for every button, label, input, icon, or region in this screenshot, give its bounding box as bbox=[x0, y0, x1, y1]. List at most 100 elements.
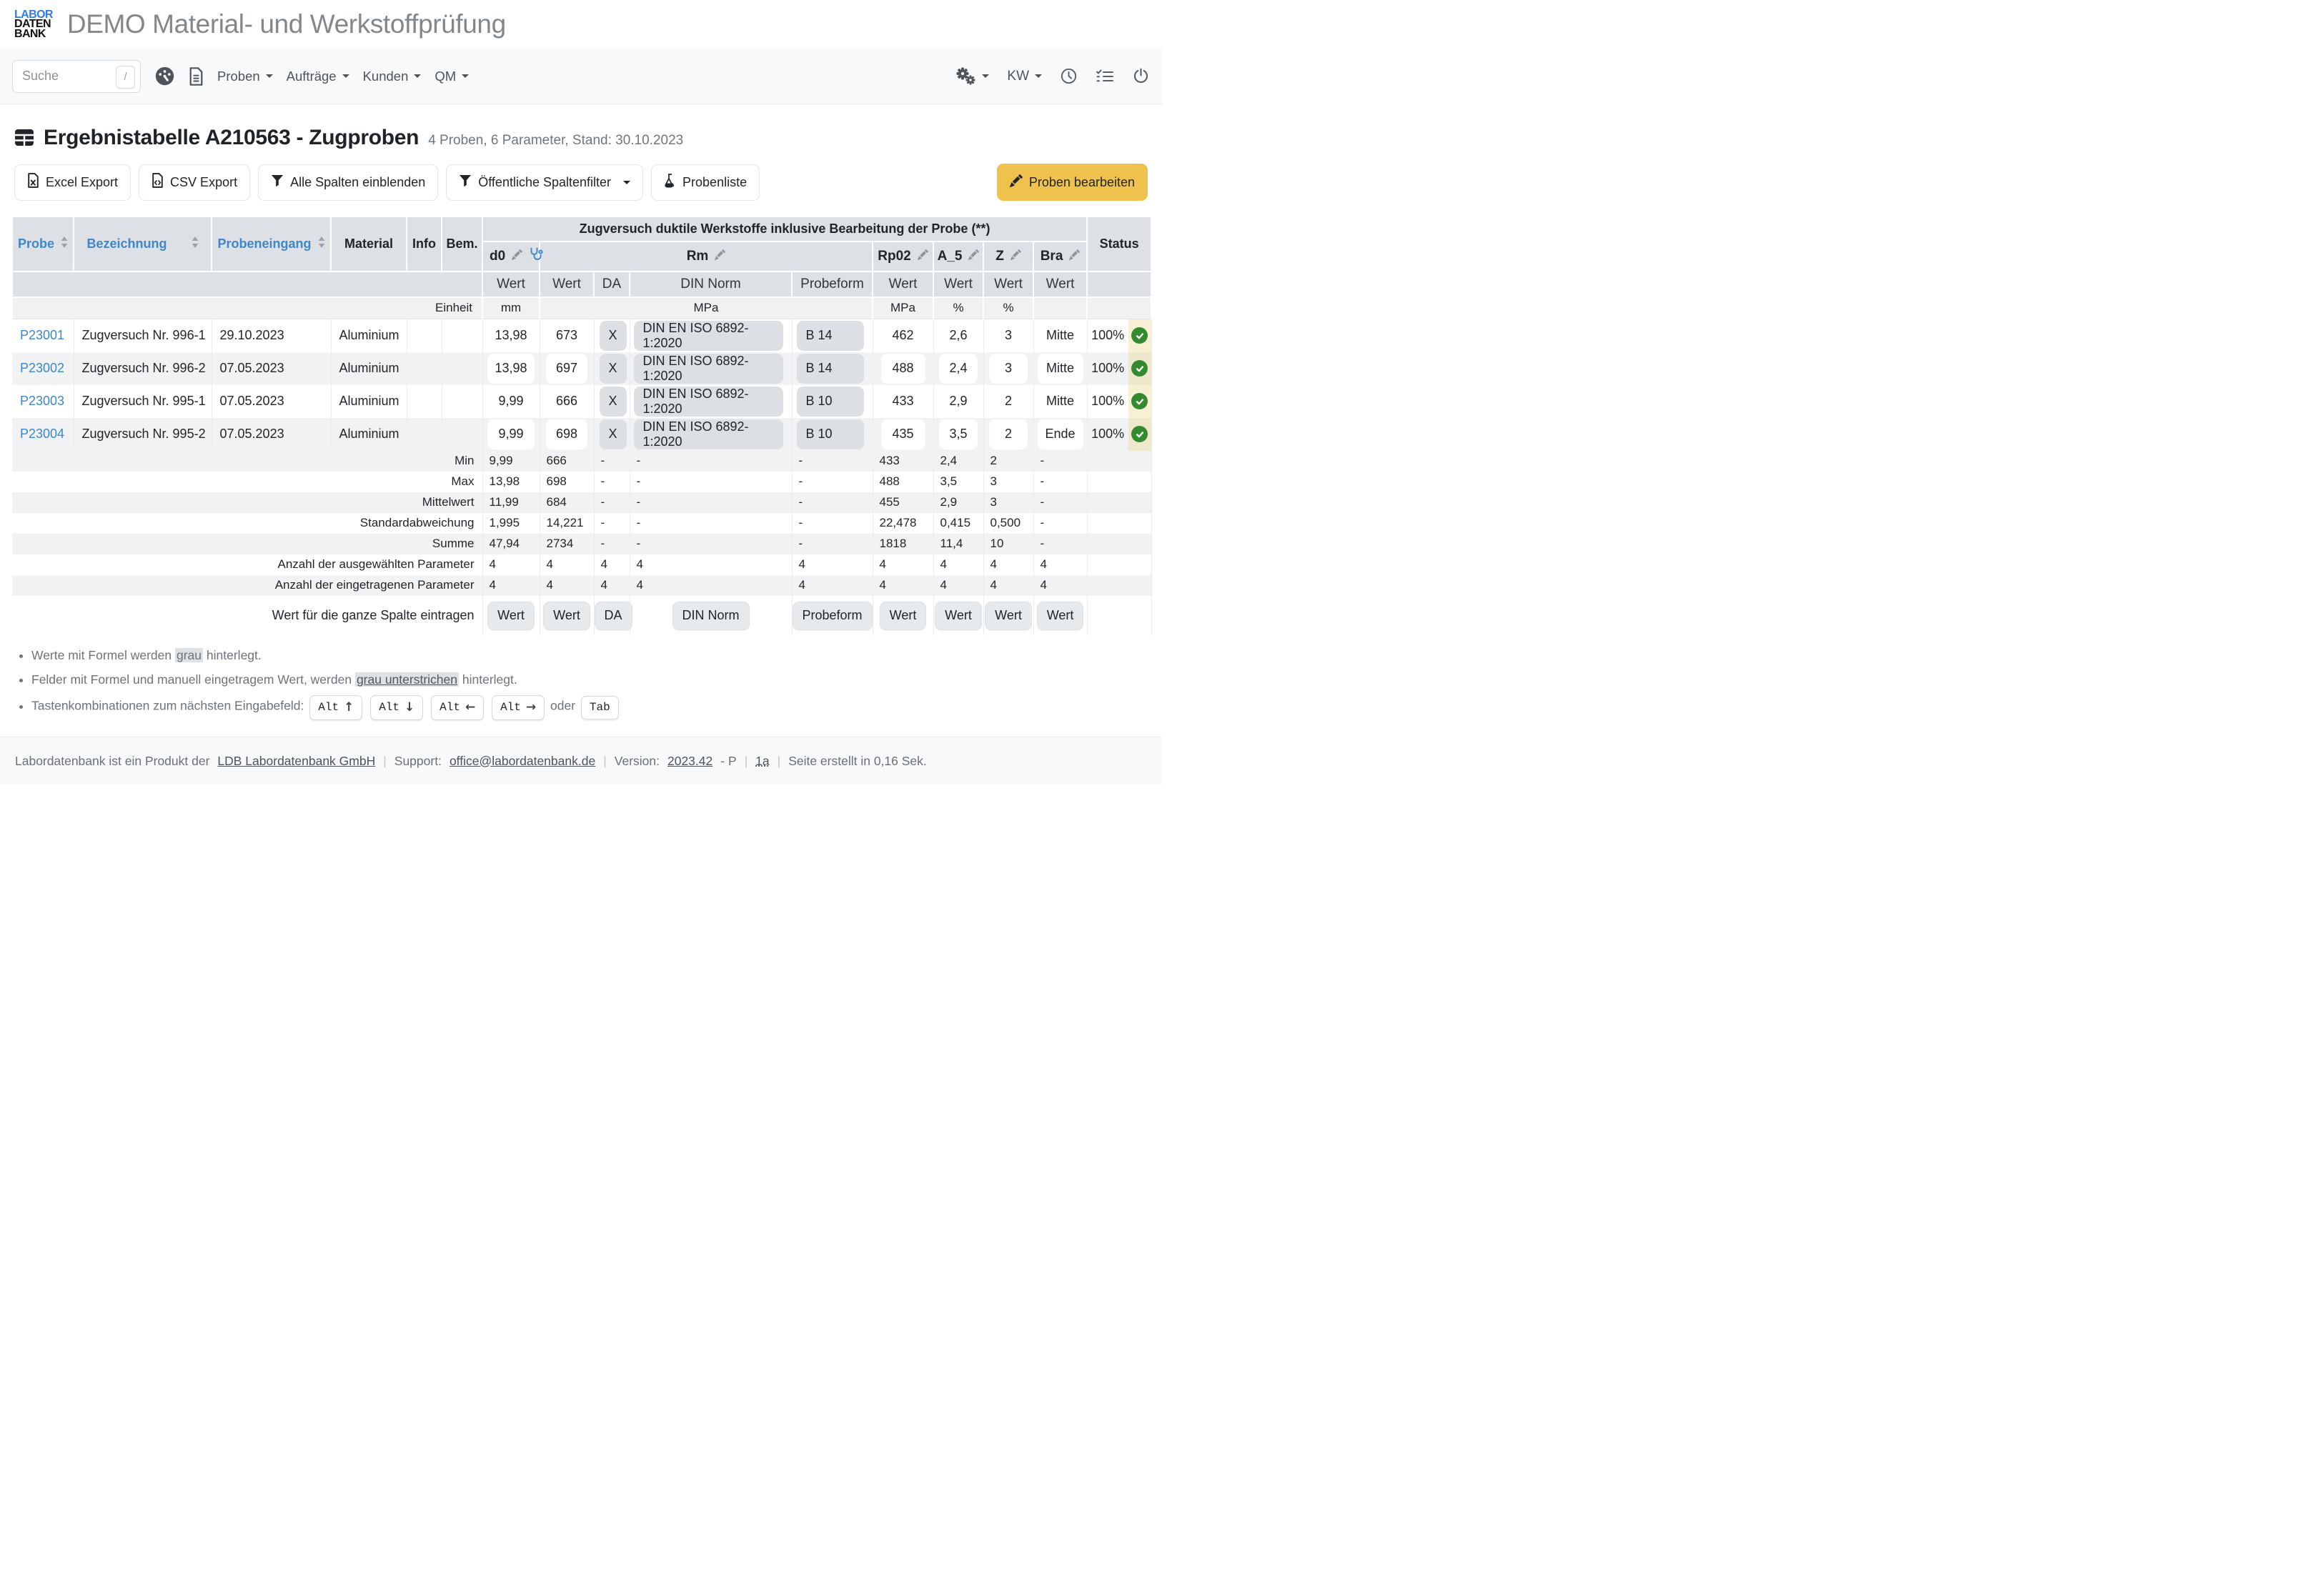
d0-wert-input[interactable]: 9,99 bbox=[487, 419, 535, 449]
footer-company-link[interactable]: LDB Labordatenbank GmbH bbox=[217, 754, 375, 769]
d0-wert-input[interactable]: 9,99 bbox=[487, 387, 535, 417]
menu-qm[interactable]: QM bbox=[434, 69, 469, 84]
menu-proben[interactable]: Proben bbox=[217, 69, 273, 84]
pencil-icon[interactable] bbox=[1010, 249, 1021, 264]
funnel-icon bbox=[271, 174, 284, 191]
fill-d0-wert-button[interactable]: Wert bbox=[487, 602, 535, 630]
a5-wert-input[interactable]: 2,4 bbox=[939, 354, 978, 384]
history-clock-icon[interactable] bbox=[1060, 67, 1078, 85]
bra-wert-input[interactable]: Mitte bbox=[1038, 387, 1083, 417]
a5-wert-input[interactable]: 2,9 bbox=[939, 387, 978, 417]
a5-wert-input[interactable]: 3,5 bbox=[939, 419, 978, 449]
fill-din-norm-button[interactable]: DIN Norm bbox=[672, 602, 750, 630]
column-header-probe[interactable]: Probe bbox=[12, 216, 74, 272]
rp02-wert-input[interactable]: 462 bbox=[881, 321, 925, 351]
sort-icon[interactable] bbox=[192, 236, 199, 251]
logo-line-3: BANK bbox=[14, 29, 53, 39]
pencil-icon[interactable] bbox=[512, 249, 522, 264]
stat-label: Standardabweichung bbox=[12, 513, 482, 534]
footer-revision-link[interactable]: 1a bbox=[755, 754, 769, 769]
bra-wert-input[interactable]: Ende bbox=[1038, 419, 1083, 449]
probe-link[interactable]: P23004 bbox=[20, 427, 64, 441]
param-header-bra: Bra bbox=[1033, 241, 1087, 272]
bra-wert-input[interactable]: Mitte bbox=[1038, 321, 1083, 351]
footer-product-text: Labordatenbank ist ein Produkt der bbox=[15, 754, 209, 769]
stat-value: - bbox=[1033, 492, 1087, 513]
stat-value: - bbox=[792, 513, 873, 534]
settings-gears-icon[interactable] bbox=[955, 67, 989, 86]
rm-wert-input[interactable]: 698 bbox=[546, 419, 587, 449]
pencil-icon[interactable] bbox=[918, 249, 928, 264]
search-input[interactable] bbox=[22, 69, 111, 84]
app-logo[interactable]: LABOR DATEN BANK bbox=[14, 10, 53, 39]
fill-a5-wert-button[interactable]: Wert bbox=[935, 602, 982, 630]
subheader-probeform: Probeform bbox=[792, 272, 873, 297]
rm-wert-input[interactable]: 666 bbox=[546, 387, 587, 417]
z-wert-input[interactable]: 3 bbox=[989, 321, 1028, 351]
footer-support-link[interactable]: office@labordatenbank.de bbox=[450, 754, 595, 769]
sort-icon[interactable] bbox=[61, 236, 68, 251]
checklist-icon[interactable] bbox=[1096, 68, 1114, 85]
stat-value: - bbox=[1033, 534, 1087, 554]
dashboard-icon[interactable] bbox=[154, 66, 175, 86]
menu-kunden-label: Kunden bbox=[363, 69, 409, 84]
bezeichnung-cell: Zugversuch Nr. 995-2 bbox=[74, 418, 212, 451]
a5-wert-input[interactable]: 2,6 bbox=[939, 321, 978, 351]
edit-samples-button[interactable]: Proben bearbeiten bbox=[997, 164, 1148, 201]
sample-list-button[interactable]: Probenliste bbox=[651, 164, 760, 201]
z-wert-input[interactable]: 3 bbox=[989, 354, 1028, 384]
rp02-wert-input[interactable]: 435 bbox=[881, 419, 925, 449]
sort-icon[interactable] bbox=[318, 236, 325, 251]
rp02-wert-input[interactable]: 488 bbox=[881, 354, 925, 384]
rp02-wert-input[interactable]: 433 bbox=[881, 387, 925, 417]
bra-wert-input[interactable]: Mitte bbox=[1038, 354, 1083, 384]
fill-da-button[interactable]: DA bbox=[595, 602, 632, 630]
show-all-columns-button[interactable]: Alle Spalten einblenden bbox=[258, 164, 438, 201]
bezeichnung-cell: Zugversuch Nr. 996-1 bbox=[74, 319, 212, 352]
csv-export-button[interactable]: CSV Export bbox=[139, 164, 250, 201]
search-shortcut-badge: / bbox=[116, 66, 135, 89]
fill-probeform-button[interactable]: Probeform bbox=[793, 602, 873, 630]
pencil-icon[interactable] bbox=[1069, 249, 1080, 264]
d0-wert-input[interactable]: 13,98 bbox=[487, 354, 535, 384]
kw-dropdown[interactable]: KW bbox=[1007, 69, 1042, 84]
search-box[interactable]: / bbox=[12, 60, 141, 93]
d0-wert-input[interactable]: 13,98 bbox=[487, 321, 535, 351]
pencil-icon[interactable] bbox=[968, 249, 979, 264]
menu-auftraege[interactable]: Aufträge bbox=[287, 69, 349, 84]
probe-link[interactable]: P23003 bbox=[20, 394, 64, 408]
stat-value: 4 bbox=[933, 575, 983, 596]
rm-wert-input[interactable]: 673 bbox=[546, 321, 587, 351]
z-wert-input[interactable]: 2 bbox=[989, 387, 1028, 417]
subheader-da: DA bbox=[594, 272, 630, 297]
status-check-icon bbox=[1131, 426, 1148, 442]
probe-link[interactable]: P23002 bbox=[20, 361, 64, 375]
stat-value: 4 bbox=[630, 575, 792, 596]
fill-rp02-wert-button[interactable]: Wert bbox=[880, 602, 927, 630]
app-header: LABOR DATEN BANK DEMO Material- und Werk… bbox=[0, 0, 1162, 49]
z-wert-input[interactable]: 2 bbox=[989, 419, 1028, 449]
pencil-icon[interactable] bbox=[715, 249, 725, 264]
fill-z-wert-button[interactable]: Wert bbox=[985, 602, 1032, 630]
stethoscope-icon[interactable] bbox=[529, 247, 543, 266]
stat-value: 3 bbox=[983, 472, 1033, 492]
fill-bra-wert-button[interactable]: Wert bbox=[1037, 602, 1084, 630]
public-column-filters-button[interactable]: Öffentliche Spaltenfilter bbox=[446, 164, 643, 201]
stat-value: 1,995 bbox=[482, 513, 540, 534]
probeform-formula-field: B 10 bbox=[797, 419, 864, 449]
status-check-icon bbox=[1131, 327, 1148, 344]
eingang-cell: 07.05.2023 bbox=[212, 385, 331, 418]
logout-power-icon[interactable] bbox=[1132, 67, 1150, 85]
material-cell: Aluminium bbox=[331, 418, 407, 451]
document-icon[interactable] bbox=[189, 67, 204, 86]
column-header-bezeichnung[interactable]: Bezeichnung bbox=[74, 216, 212, 272]
probe-link[interactable]: P23001 bbox=[20, 328, 64, 342]
subheader-rp02-wert: Wert bbox=[873, 272, 933, 297]
excel-export-button[interactable]: Excel Export bbox=[14, 164, 131, 201]
rm-wert-input[interactable]: 697 bbox=[546, 354, 587, 384]
stat-value: - bbox=[1033, 513, 1087, 534]
column-header-probeneingang[interactable]: Probeneingang bbox=[212, 216, 331, 272]
fill-rm-wert-button[interactable]: Wert bbox=[543, 602, 590, 630]
footer-version-link[interactable]: 2023.42 bbox=[667, 754, 712, 769]
menu-kunden[interactable]: Kunden bbox=[363, 69, 422, 84]
